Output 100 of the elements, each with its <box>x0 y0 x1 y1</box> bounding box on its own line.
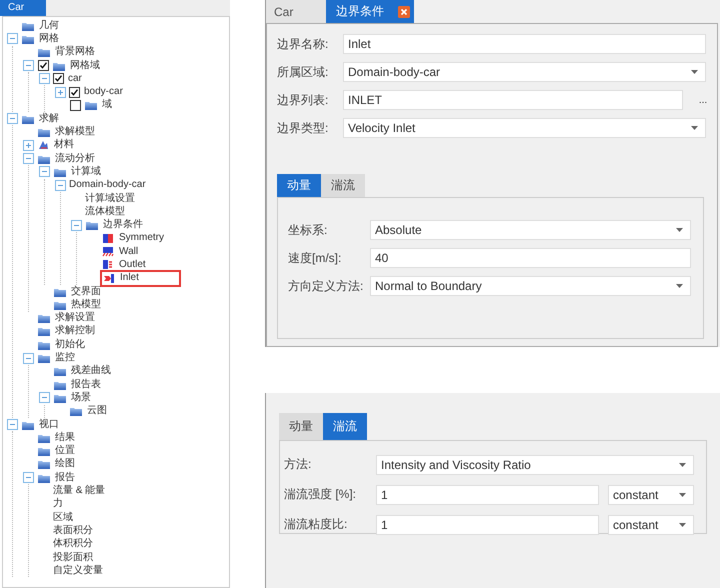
tree-item[interactable]: 投影面积 <box>53 552 93 564</box>
tree-item[interactable]: 区域 <box>53 512 73 524</box>
dropdown[interactable]: Normal to Boundary <box>370 276 691 296</box>
folder-icon <box>53 60 65 71</box>
collapse-icon[interactable] <box>71 220 82 231</box>
tree-item[interactable]: 计算域设置 <box>85 192 135 204</box>
tree-item[interactable]: 云图 <box>87 405 107 418</box>
folder-icon <box>38 472 50 483</box>
tree-item[interactable]: 网格 <box>39 32 59 45</box>
tree-item[interactable]: 流量 & 能量 <box>53 485 106 498</box>
input-field[interactable]: 1 <box>376 484 599 504</box>
dropdown[interactable]: Velocity Inlet <box>343 118 706 138</box>
tree-item[interactable]: 流体模型 <box>85 206 125 218</box>
folder-icon <box>22 114 34 124</box>
tab[interactable]: 湍流 <box>323 413 367 440</box>
collapse-icon[interactable] <box>23 60 34 72</box>
folder-icon <box>22 34 34 44</box>
tab[interactable]: Car <box>266 0 326 23</box>
tree-item[interactable]: 背景网格 <box>55 46 95 58</box>
tree-tab[interactable]: Car <box>0 0 46 16</box>
collapse-icon[interactable] <box>23 352 34 364</box>
tree-item[interactable]: 求解模型 <box>55 126 95 138</box>
folder-icon <box>38 459 50 470</box>
tree-item[interactable]: body-car <box>84 86 123 98</box>
checkbox[interactable] <box>53 73 64 84</box>
tree-item[interactable]: 求解控制 <box>55 325 95 338</box>
tree-item[interactable]: 视口 <box>39 418 59 431</box>
tree-item[interactable]: Wall <box>119 246 138 258</box>
expand-icon[interactable] <box>23 140 34 151</box>
tree-item[interactable]: 网格域 <box>70 60 100 72</box>
dropdown[interactable]: Intensity and Viscosity Ratio <box>376 454 694 474</box>
field-label: 速度[m/s]: <box>288 250 342 266</box>
tree-item[interactable]: 监控 <box>55 352 75 364</box>
browse-button[interactable]: ... <box>689 94 717 106</box>
tree-item[interactable]: 体积积分 <box>53 538 93 550</box>
dropdown[interactable]: constant <box>608 514 694 534</box>
folder-icon <box>38 340 50 350</box>
checkbox[interactable] <box>69 86 80 98</box>
folder-icon <box>38 432 50 443</box>
folder-icon <box>54 380 66 390</box>
tree-item[interactable]: 初始化 <box>55 338 85 351</box>
tree-item[interactable]: 自定义变量 <box>53 564 103 577</box>
tree-item[interactable]: 结果 <box>55 432 75 444</box>
input-field[interactable]: INLET <box>343 90 683 110</box>
tree-item[interactable]: 报告表 <box>71 378 101 391</box>
tree-item[interactable]: Symmetry <box>119 232 164 244</box>
tree-item[interactable]: Outlet <box>119 258 146 271</box>
input-field[interactable]: 40 <box>370 248 691 268</box>
collapse-icon[interactable] <box>7 33 18 44</box>
folder-icon <box>38 154 50 164</box>
tree-item[interactable]: 边界条件 <box>103 219 143 232</box>
field-label: 坐标系: <box>288 222 328 238</box>
tree-item[interactable]: 场景 <box>71 392 91 404</box>
tab[interactable]: 边界条件 <box>326 0 414 23</box>
tree-item[interactable]: 报告 <box>55 472 75 484</box>
tree-item[interactable]: 位置 <box>55 445 75 458</box>
dropdown[interactable]: Domain-body-car <box>343 62 706 82</box>
tab[interactable]: 动量 <box>277 174 321 197</box>
tree-item[interactable]: Domain-body-car <box>69 179 146 192</box>
collapse-icon[interactable] <box>39 392 50 404</box>
close-icon[interactable] <box>398 6 410 18</box>
tab[interactable]: 动量 <box>279 413 323 440</box>
field-label: 湍流强度 [%]: <box>284 486 358 503</box>
tree-item[interactable]: 表面积分 <box>53 524 93 537</box>
input-field[interactable]: 1 <box>376 514 599 534</box>
tree-item[interactable]: 几何 <box>39 20 59 32</box>
tree-item[interactable]: 计算域 <box>71 166 101 178</box>
tree-item[interactable]: car <box>68 72 82 85</box>
tree-item[interactable]: 力 <box>53 498 63 510</box>
collapse-icon[interactable] <box>39 166 50 178</box>
collapse-icon[interactable] <box>7 419 18 430</box>
tree-item[interactable]: 流动分析 <box>55 152 95 165</box>
tree-item[interactable]: 域 <box>102 99 112 112</box>
dropdown[interactable]: Absolute <box>370 220 691 240</box>
checkbox[interactable] <box>70 100 81 111</box>
folder-icon <box>54 366 66 376</box>
collapse-icon[interactable] <box>23 153 34 164</box>
collapse-icon[interactable] <box>23 472 34 484</box>
folder-icon <box>54 166 66 177</box>
tree-item[interactable]: Inlet <box>120 272 139 284</box>
tree-item[interactable]: 求解设置 <box>55 312 95 324</box>
caret-icon <box>691 126 698 130</box>
checkbox[interactable] <box>38 60 49 72</box>
field-label: 边界名称: <box>277 36 330 52</box>
tree-item[interactable]: 求解 <box>39 112 59 125</box>
tree-item[interactable]: 材料 <box>54 139 74 152</box>
folder-icon <box>85 100 97 110</box>
collapse-icon[interactable] <box>7 113 18 124</box>
collapse-icon[interactable] <box>55 180 66 191</box>
input-field[interactable]: Inlet <box>343 34 706 54</box>
inlet-icon <box>103 272 115 284</box>
folder-icon <box>38 326 50 336</box>
tree-item[interactable]: 交界面 <box>71 286 101 298</box>
field-label: 湍流粘度比: <box>284 516 348 533</box>
tree-item[interactable]: 热模型 <box>71 298 101 311</box>
dropdown[interactable]: constant <box>608 484 694 504</box>
tree-item[interactable]: 绘图 <box>55 458 75 470</box>
tab[interactable]: 湍流 <box>321 174 365 197</box>
tree-item[interactable]: 残差曲线 <box>71 365 111 378</box>
caret-icon <box>679 462 686 466</box>
